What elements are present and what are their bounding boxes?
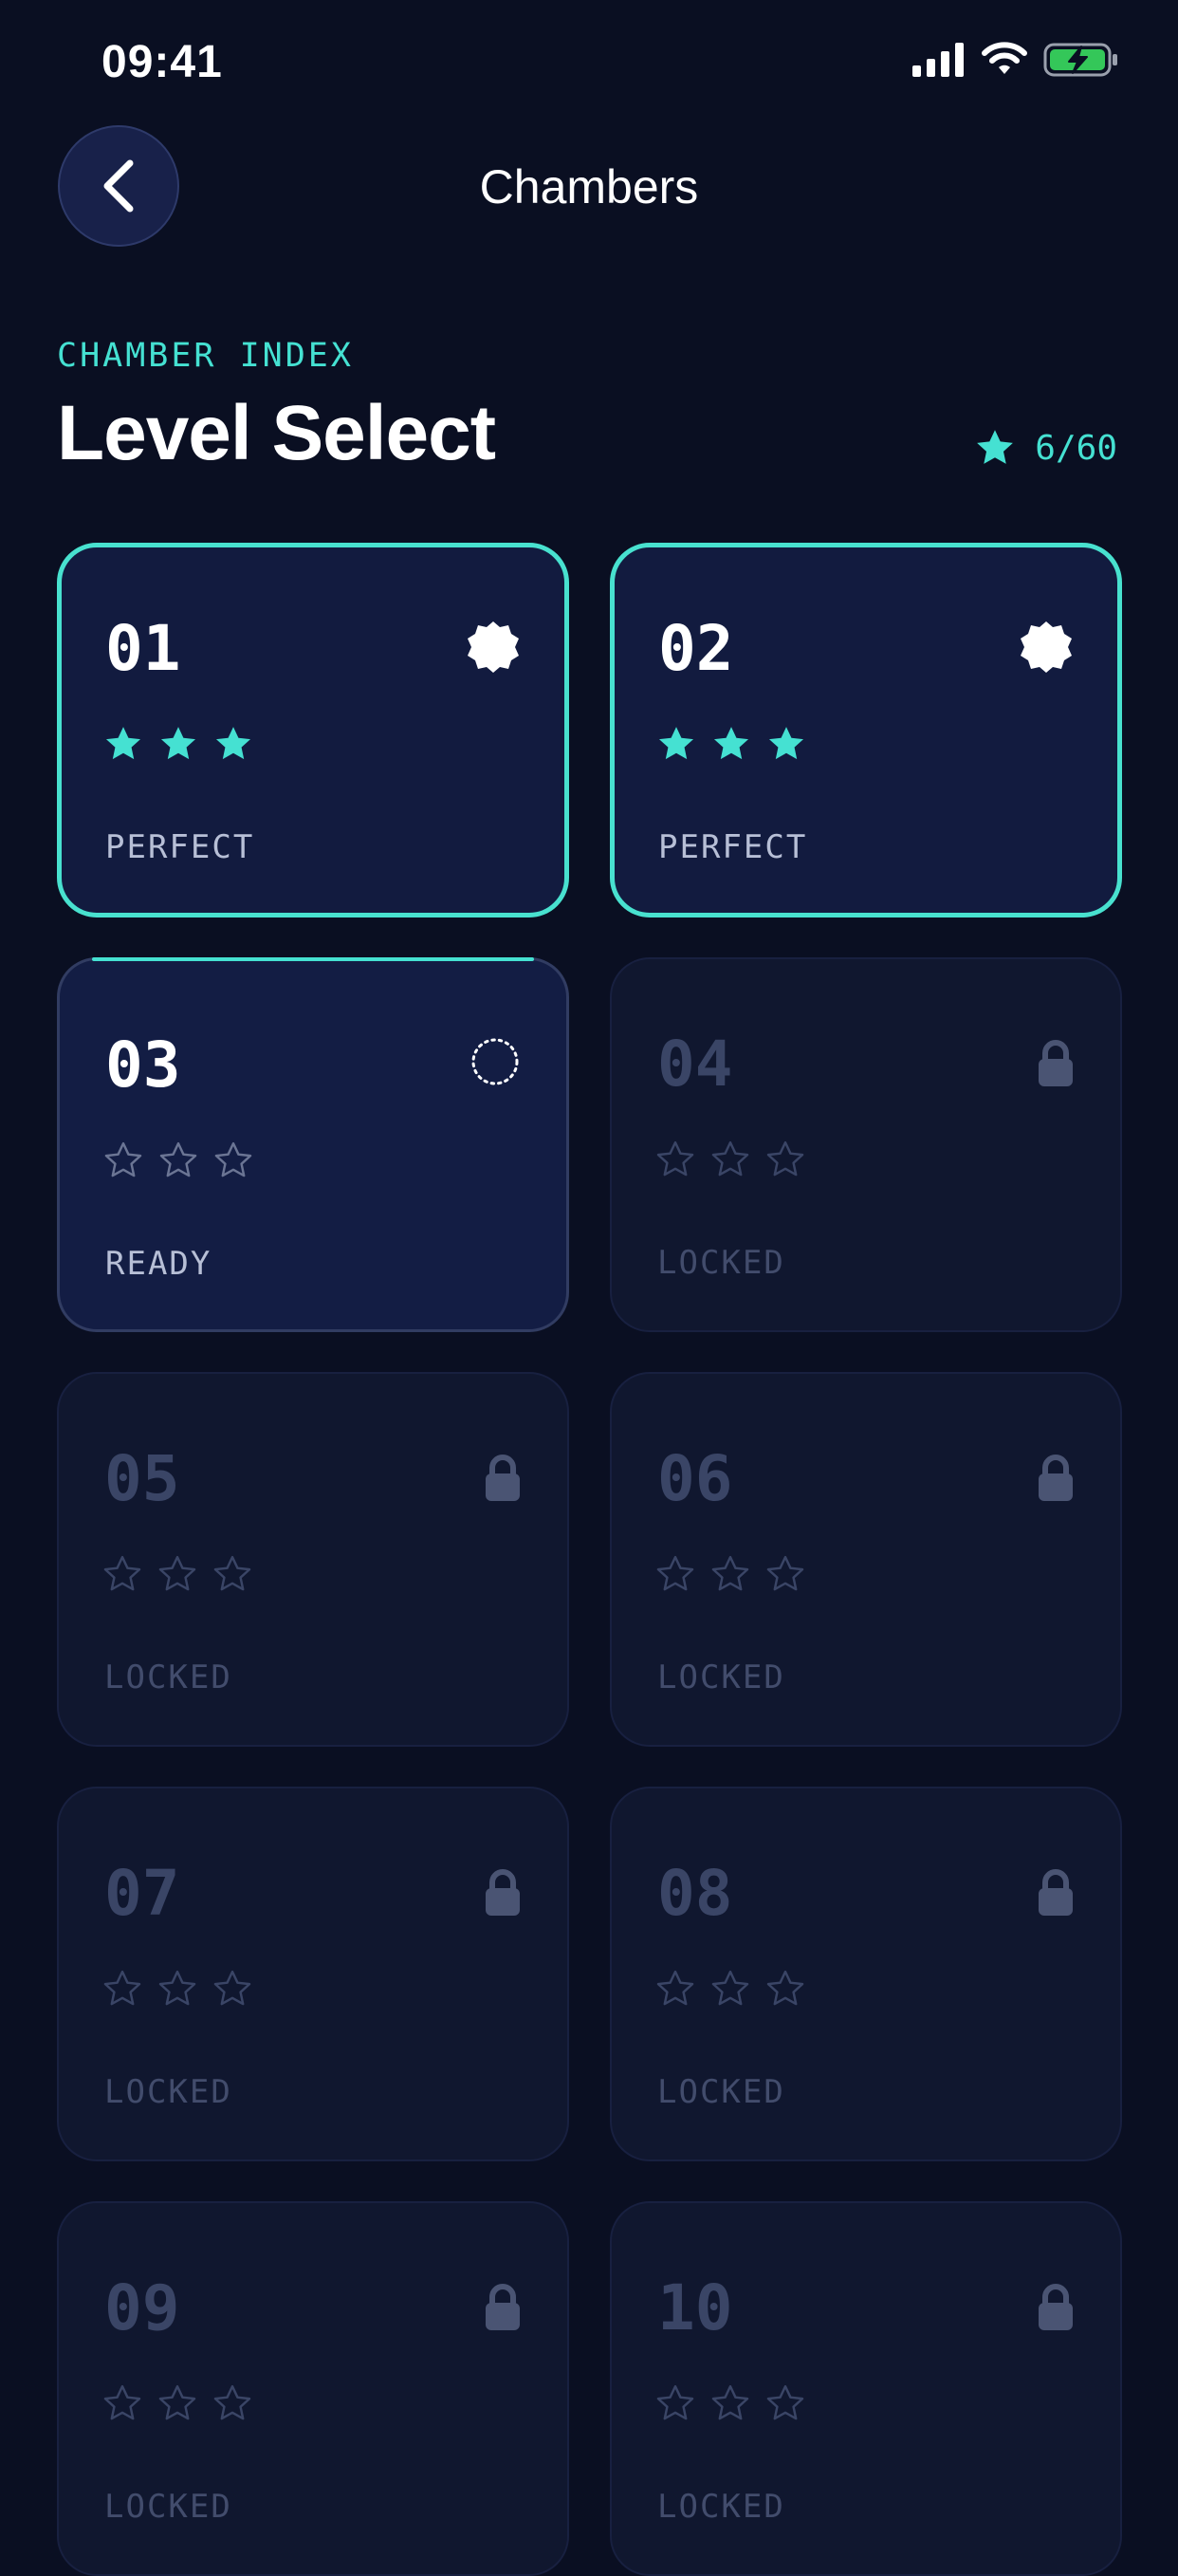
star-empty-icon [103,2384,141,2420]
star-filled-icon [105,727,141,760]
signal-icon [912,43,964,77]
level-status: LOCKED [104,2073,232,2111]
level-number: 07 [104,1857,180,1930]
star-icon [977,430,1014,464]
lock-icon [1037,1868,1075,1922]
star-rating [102,1969,252,2009]
level-card-03[interactable]: 03 READY [57,957,569,1332]
star-rating [103,724,253,764]
star-empty-icon [656,1970,694,2006]
star-empty-icon [213,1555,251,1591]
level-card-07: 07 LOCKED [57,1787,569,2161]
level-status: LOCKED [657,1244,785,1282]
level-number: 09 [104,2271,180,2344]
level-card-08: 08 LOCKED [610,1787,1122,2161]
star-filled-icon [658,727,694,760]
nav-title: Chambers [479,160,699,213]
star-rating [102,1554,252,1594]
level-card-02[interactable]: 02 PERFECT [610,543,1122,917]
level-grid: 01 PERFECT 02 PERFECT 03 READY 04 LOCKED 05 LOCKE… [57,543,1122,2576]
level-status: LOCKED [104,2488,232,2526]
star-empty-icon [213,1970,251,2006]
star-empty-icon [711,2384,749,2420]
level-number: 02 [658,612,734,685]
lock-icon [1037,2283,1075,2337]
star-empty-icon [103,1555,141,1591]
level-card-10: 10 LOCKED [610,2201,1122,2576]
star-empty-icon [158,1555,196,1591]
dotted-circle-icon [469,1036,521,1092]
star-filled-icon [160,727,196,760]
star-empty-icon [656,1555,694,1591]
level-card-05: 05 LOCKED [57,1372,569,1747]
wifi-icon [982,42,1027,74]
star-rating [103,1140,253,1180]
level-number: 03 [105,1029,181,1102]
lock-icon [484,1454,522,1508]
level-status: LOCKED [104,1659,232,1696]
star-rating [656,724,806,764]
star-empty-icon [103,1970,141,2006]
level-card-09: 09 LOCKED [57,2201,569,2576]
star-filled-icon [713,727,749,760]
level-number: 01 [105,612,181,685]
level-status: LOCKED [657,2073,785,2111]
star-rating [102,2383,252,2423]
badge-icon [466,620,521,679]
level-number: 06 [657,1442,733,1515]
star-total-count: 6/60 [1035,428,1117,468]
star-empty-icon [214,1141,252,1177]
star-rating [655,1140,805,1179]
star-filled-icon [215,727,251,760]
level-number: 08 [657,1857,733,1930]
status-icons [912,42,1119,78]
level-status: PERFECT [105,828,255,866]
star-empty-icon [766,1970,804,2006]
level-status: LOCKED [657,1659,785,1696]
status-time: 09:41 [101,37,223,87]
star-total: 6/60 [974,427,1117,469]
star-empty-icon [711,1140,749,1177]
star-rating [655,1969,805,2009]
section-eyebrow: CHAMBER INDEX [57,337,354,375]
badge-icon [1019,620,1074,679]
level-number: 05 [104,1442,180,1515]
lock-icon [1037,1039,1075,1093]
star-empty-icon [213,2384,251,2420]
star-empty-icon [766,1555,804,1591]
star-empty-icon [711,1555,749,1591]
star-empty-icon [766,2384,804,2420]
star-empty-icon [158,2384,196,2420]
level-status: READY [105,1245,212,1283]
star-empty-icon [104,1141,142,1177]
star-empty-icon [656,1140,694,1177]
level-card-01[interactable]: 01 PERFECT [57,543,569,917]
battery-charging-icon [1043,43,1117,77]
star-empty-icon [158,1970,196,2006]
star-filled-icon [768,727,804,760]
star-rating [655,1554,805,1594]
lock-icon [484,1868,522,1922]
level-status: PERFECT [658,828,808,866]
page-title: Level Select [57,390,496,476]
lock-icon [484,2283,522,2337]
level-number: 04 [657,1028,733,1101]
star-empty-icon [766,1140,804,1177]
star-rating [655,2383,805,2423]
level-card-06: 06 LOCKED [610,1372,1122,1747]
lock-icon [1037,1454,1075,1508]
star-empty-icon [711,1970,749,2006]
star-empty-icon [656,2384,694,2420]
level-card-04: 04 LOCKED [610,957,1122,1332]
star-empty-icon [159,1141,197,1177]
status-bar: 09:41 [0,0,1178,123]
level-number: 10 [657,2271,733,2344]
level-status: LOCKED [657,2488,785,2526]
